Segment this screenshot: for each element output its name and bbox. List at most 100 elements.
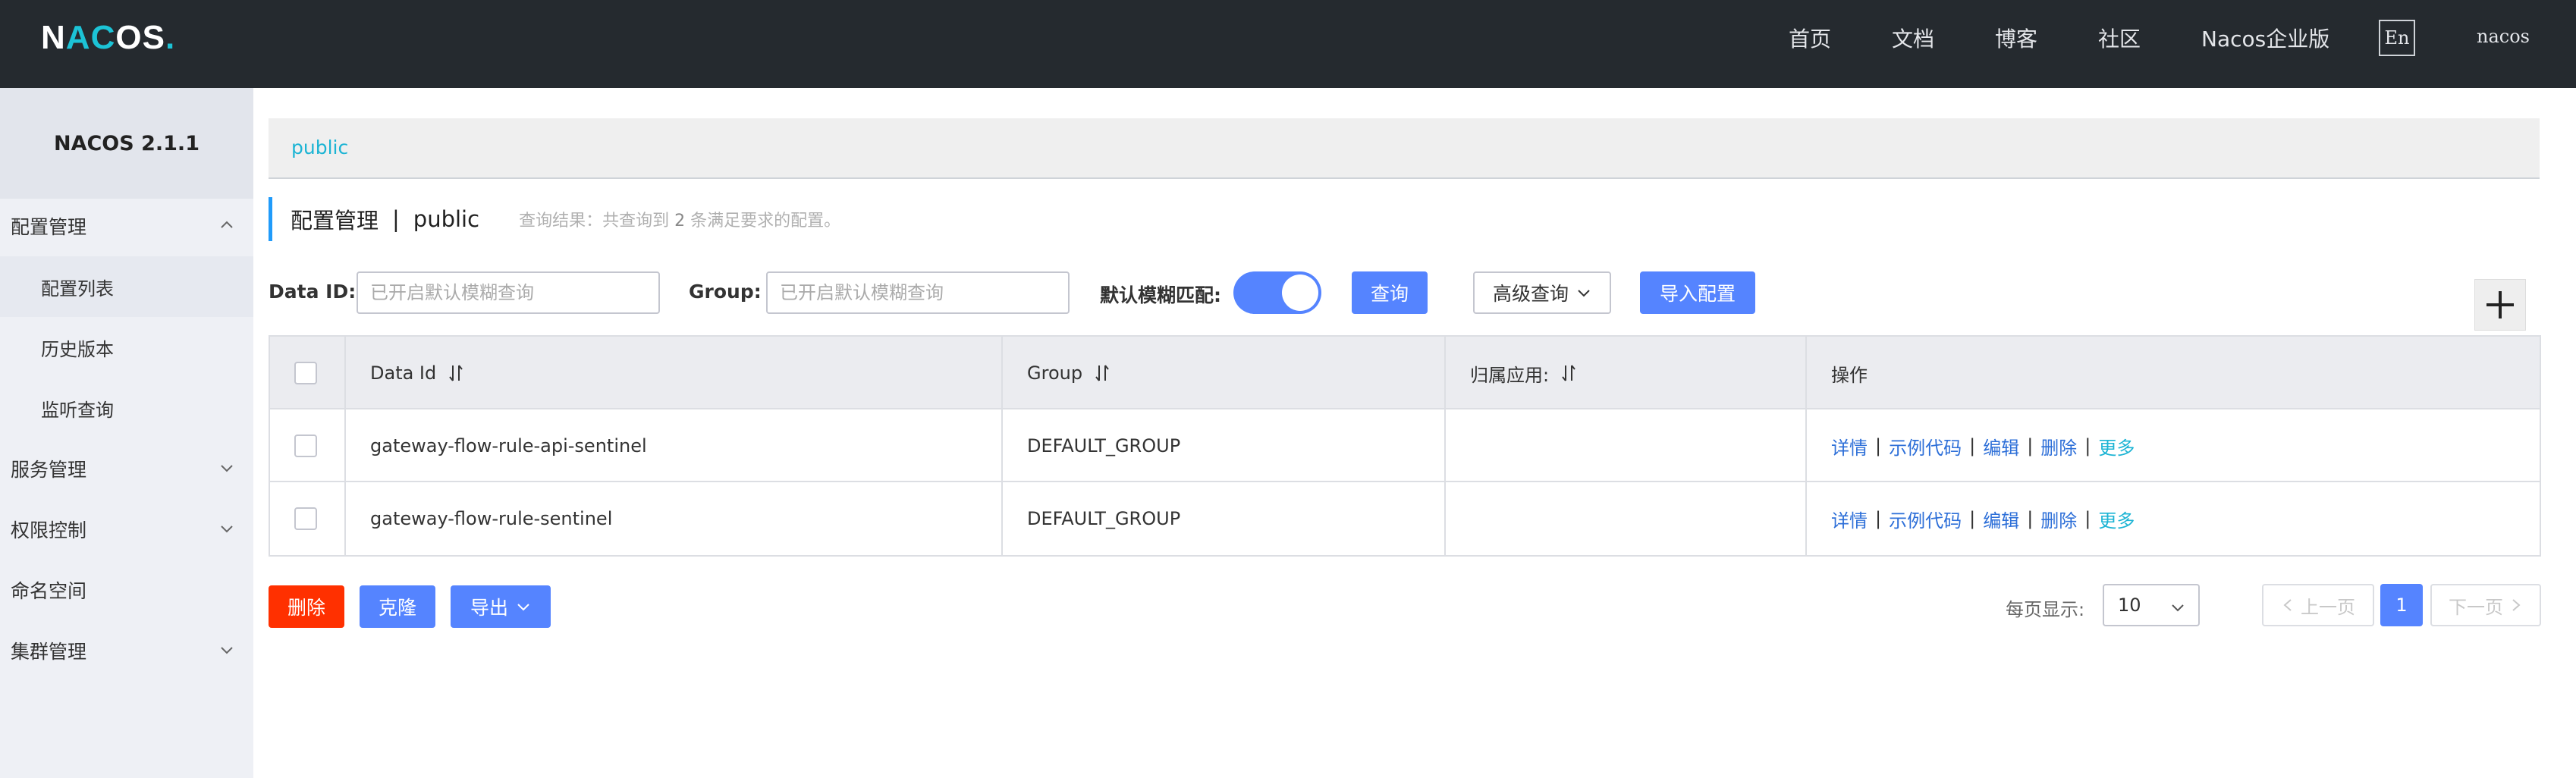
- fuzzy-match-toggle[interactable]: [1233, 271, 1321, 314]
- prev-page-button[interactable]: 上一页: [2262, 584, 2374, 626]
- namespace-tab-public[interactable]: public: [291, 136, 348, 158]
- nacos-logo[interactable]: NACOS.: [41, 17, 175, 59]
- sort-icon[interactable]: [1560, 362, 1578, 384]
- clone-button[interactable]: 克隆: [360, 585, 435, 628]
- chevron-down-icon: [2172, 604, 2184, 612]
- select-all-checkbox[interactable]: [294, 362, 317, 384]
- header-operations-label: 操作: [1831, 364, 1868, 386]
- nav-enterprise[interactable]: Nacos企业版: [2201, 23, 2329, 53]
- more-link[interactable]: 更多: [2098, 433, 2135, 460]
- detail-link[interactable]: 详情: [1831, 433, 1868, 460]
- logo-letter-s: S: [142, 19, 165, 56]
- logo-letter-c: C: [90, 19, 116, 56]
- chevron-left-icon: [2283, 599, 2292, 611]
- chevron-up-icon: [221, 221, 233, 228]
- query-button[interactable]: 查询: [1352, 271, 1428, 314]
- chevron-right-icon: [2512, 599, 2521, 611]
- logo-letter-o: O: [115, 19, 143, 56]
- page-namespace: public: [413, 206, 480, 232]
- nav-community[interactable]: 社区: [2098, 23, 2141, 53]
- pagesize-select[interactable]: 10: [2103, 584, 2200, 626]
- nav-home[interactable]: 首页: [1789, 23, 1831, 53]
- row-app: [1446, 482, 1807, 555]
- title-separator: |: [392, 206, 400, 232]
- chevron-down-icon: [221, 465, 233, 472]
- row-select-cell: [270, 482, 346, 555]
- ops-separator: |: [1969, 435, 1976, 456]
- sidebar-group-config-management[interactable]: 配置管理: [0, 196, 253, 256]
- header-app-label: 归属应用:: [1470, 364, 1550, 386]
- ops-separator: |: [2084, 435, 2091, 456]
- sidebar-group-namespace[interactable]: 命名空间: [0, 560, 253, 620]
- nav-blog[interactable]: 博客: [1995, 23, 2037, 53]
- nav-docs[interactable]: 文档: [1892, 23, 1934, 53]
- sample-code-link[interactable]: 示例代码: [1889, 506, 1962, 532]
- chevron-down-icon: [221, 525, 233, 533]
- sample-code-link[interactable]: 示例代码: [1889, 433, 1962, 460]
- top-navbar: NACOS. 首页 文档 博客 社区 Nacos企业版 En nacos: [0, 0, 2576, 88]
- ops-separator: |: [2084, 508, 2091, 529]
- dataid-input[interactable]: [357, 271, 660, 314]
- group-input[interactable]: [766, 271, 1070, 314]
- header-select-all-cell: [270, 337, 346, 409]
- user-menu[interactable]: nacos: [2477, 26, 2530, 47]
- sort-icon[interactable]: [447, 362, 465, 384]
- advanced-query-button[interactable]: 高级查询: [1473, 271, 1611, 314]
- export-label: 导出: [470, 597, 508, 619]
- ops-separator: |: [1969, 508, 1976, 529]
- sidebar-item-listener-query[interactable]: 监听查询: [0, 378, 253, 438]
- delete-link[interactable]: 删除: [2040, 433, 2077, 460]
- logo-dot: .: [165, 19, 176, 56]
- header-app[interactable]: 归属应用:: [1446, 337, 1807, 409]
- header-data-id[interactable]: Data Id: [346, 337, 1003, 409]
- pagesize-value: 10: [2118, 594, 2141, 616]
- row-operations: 详情 | 示例代码 | 编辑 | 删除 | 更多: [1807, 482, 2540, 555]
- edit-link[interactable]: 编辑: [1983, 433, 2019, 460]
- next-page-button[interactable]: 下一页: [2430, 584, 2541, 626]
- sidebar-version: NACOS 2.1.1: [0, 88, 253, 199]
- language-toggle-button[interactable]: En: [2379, 20, 2415, 56]
- edit-link[interactable]: 编辑: [1983, 506, 2019, 532]
- ops-separator: |: [1875, 508, 1882, 529]
- header-data-id-label: Data Id: [370, 362, 437, 384]
- row-checkbox[interactable]: [294, 507, 317, 530]
- row-select-cell: [270, 409, 346, 482]
- sidebar-group-service-management[interactable]: 服务管理: [0, 438, 253, 499]
- header-group[interactable]: Group: [1003, 337, 1446, 409]
- query-result-text: 查询结果：共查询到 2 条满足要求的配置。: [519, 207, 840, 231]
- page-title-row: 配置管理 | public 查询结果：共查询到 2 条满足要求的配置。: [269, 197, 840, 241]
- advanced-query-label: 高级查询: [1492, 283, 1569, 305]
- chevron-down-icon: [221, 647, 233, 654]
- batch-delete-button[interactable]: 删除: [269, 585, 344, 628]
- sidebar-item-history[interactable]: 历史版本: [0, 317, 253, 378]
- sidebar-group-label: 集群管理: [11, 641, 87, 663]
- result-suffix: 条满足要求的配置。: [690, 212, 841, 231]
- import-config-button[interactable]: 导入配置: [1640, 271, 1755, 314]
- namespace-bar: public: [269, 118, 2540, 179]
- sidebar-group-label: 命名空间: [11, 580, 87, 602]
- config-table: Data Id Group 归属应用: 操作 gateway-flow-rule…: [269, 335, 2541, 557]
- plus-icon: [2486, 291, 2514, 318]
- add-config-button[interactable]: [2474, 279, 2526, 331]
- row-checkbox[interactable]: [294, 434, 317, 457]
- export-button[interactable]: 导出: [451, 585, 551, 628]
- chevron-down-icon: [517, 604, 529, 611]
- dataid-label: Data ID:: [269, 281, 357, 303]
- sort-icon[interactable]: [1093, 362, 1111, 384]
- more-link[interactable]: 更多: [2098, 506, 2135, 532]
- detail-link[interactable]: 详情: [1831, 506, 1868, 532]
- sidebar-item-config-list[interactable]: 配置列表: [0, 256, 253, 317]
- sidebar-group-label: 权限控制: [11, 519, 87, 541]
- row-app: [1446, 409, 1807, 482]
- table-header: Data Id Group 归属应用: 操作: [270, 337, 2540, 409]
- page-1-button[interactable]: 1: [2380, 584, 2423, 626]
- result-prefix: 查询结果：共查询到: [519, 212, 670, 231]
- delete-link[interactable]: 删除: [2040, 506, 2077, 532]
- row-data-id: gateway-flow-rule-sentinel: [346, 482, 1003, 555]
- row-operations: 详情 | 示例代码 | 编辑 | 删除 | 更多: [1807, 409, 2540, 482]
- fuzzy-match-label: 默认模糊匹配:: [1100, 284, 1221, 306]
- logo-letter-n: N: [41, 19, 66, 56]
- sidebar-group-cluster-management[interactable]: 集群管理: [0, 620, 253, 681]
- header-operations: 操作: [1807, 337, 2540, 409]
- sidebar-group-access-control[interactable]: 权限控制: [0, 499, 253, 560]
